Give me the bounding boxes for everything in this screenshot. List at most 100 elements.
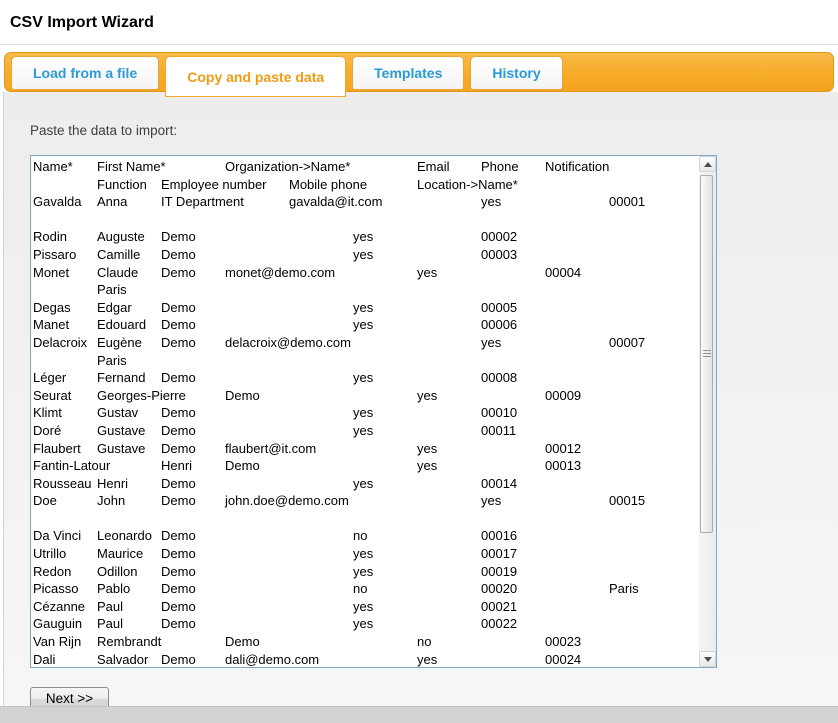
bottom-bar [0, 706, 838, 723]
textarea-cell: Dali [33, 651, 55, 667]
textarea-cell: Klimt [33, 404, 62, 422]
textarea-cell: yes [353, 316, 373, 334]
tab-label: Copy and paste data [187, 69, 324, 85]
textarea-cell: 00015 [609, 492, 645, 510]
textarea-line: KlimtGustavDemoyes00010 [33, 404, 696, 422]
textarea-cell: Demo [225, 457, 260, 475]
textarea-cell: 00005 [481, 299, 517, 317]
textarea-line: Name*First Name*Organization->Name*Email… [33, 158, 696, 176]
textarea-line: FunctionEmployee numberMobile phoneLocat… [33, 176, 696, 194]
textarea-cell: john.doe@demo.com [225, 492, 349, 510]
textarea-cell: yes [353, 404, 373, 422]
textarea-line: RedonOdillonDemoyes00019 [33, 563, 696, 581]
textarea-cell: Cézanne [33, 598, 85, 616]
textarea-cell: gavalda@it.com [289, 193, 382, 211]
textarea-line: Fantin-LatourHenriDemoyes00013 [33, 457, 696, 475]
textarea-cell: Name* [33, 158, 73, 176]
textarea-cell: 00004 [545, 264, 581, 282]
textarea-cell: yes [353, 299, 373, 317]
textarea-cell: yes [353, 563, 373, 581]
textarea-cell: 00007 [609, 334, 645, 352]
textarea-line: DelacroixEugèneDemodelacroix@demo.comyes… [33, 334, 696, 352]
textarea-cell: Auguste [97, 228, 145, 246]
textarea-cell: Gustave [97, 422, 145, 440]
textarea-cell: Georges-Pierre [97, 387, 186, 405]
textarea-cell: Paris [609, 580, 639, 598]
textarea-cell: Edgar [97, 299, 132, 317]
textarea-cell: 00012 [545, 440, 581, 458]
textarea-line: PissaroCamilleDemoyes00003 [33, 246, 696, 264]
textarea-cell: monet@demo.com [225, 264, 335, 282]
textarea-cell: Demo [161, 615, 196, 633]
textarea-cell: Da Vinci [33, 527, 81, 545]
textarea-cell: Monet [33, 264, 69, 282]
textarea-cell: yes [481, 334, 501, 352]
textarea-cell: Email [417, 158, 450, 176]
textarea-cell: Camille [97, 246, 140, 264]
textarea-cell: 00002 [481, 228, 517, 246]
textarea-cell: Utrillo [33, 545, 66, 563]
textarea-cell: Leonardo [97, 527, 152, 545]
textarea-cell: Demo [161, 369, 196, 387]
textarea-cell: yes [417, 264, 437, 282]
textarea-line [33, 211, 696, 229]
textarea-cell: Doe [33, 492, 57, 510]
textarea-cell: Gauguin [33, 615, 82, 633]
scroll-down-button[interactable] [699, 651, 716, 667]
textarea-cell: Anna [97, 193, 127, 211]
tab-history[interactable]: History [470, 56, 562, 90]
textarea-cell: yes [353, 598, 373, 616]
scroll-up-button[interactable] [699, 156, 716, 172]
textarea-cell: Paul [97, 615, 123, 633]
textarea-cell: Demo [161, 492, 196, 510]
textarea-cell: 00009 [545, 387, 581, 405]
tab-load-from-a-file[interactable]: Load from a file [11, 56, 159, 90]
textarea-cell: Demo [225, 633, 260, 651]
scrollbar-grip-icon [703, 350, 711, 358]
textarea-cell: Doré [33, 422, 61, 440]
textarea-cell: yes [417, 387, 437, 405]
textarea-line: ManetEdouardDemoyes00006 [33, 316, 696, 334]
textarea-cell: 00017 [481, 545, 517, 563]
textarea-line [33, 510, 696, 528]
textarea-cell: no [417, 633, 431, 651]
textarea-cell: Claude [97, 264, 138, 282]
header-divider [0, 44, 838, 45]
textarea-cell: Demo [161, 404, 196, 422]
textarea-cell: Edouard [97, 316, 146, 334]
textarea-cell: Paris [97, 352, 127, 370]
textarea-cell: Mobile phone [289, 176, 367, 194]
textarea-cell: Fernand [97, 369, 145, 387]
textarea-cell: Manet [33, 316, 69, 334]
textarea-cell: Henri [161, 457, 192, 475]
textarea-cell: John [97, 492, 125, 510]
textarea-line: FlaubertGustaveDemoflaubert@it.comyes000… [33, 440, 696, 458]
textarea-cell: Demo [225, 387, 260, 405]
textarea-cell: Seurat [33, 387, 71, 405]
textarea-cell: Demo [161, 651, 196, 667]
textarea-cell: Maurice [97, 545, 143, 563]
paste-data-label: Paste the data to import: [30, 123, 177, 138]
page-title: CSV Import Wizard [10, 14, 154, 32]
tab-copy-and-paste-data[interactable]: Copy and paste data [165, 56, 346, 97]
textarea-cell: Léger [33, 369, 66, 387]
textarea-cell: Demo [161, 598, 196, 616]
up-arrow-icon [704, 162, 712, 167]
textarea-cell: no [353, 580, 367, 598]
csv-paste-textarea[interactable]: Name*First Name*Organization->Name*Email… [30, 155, 717, 668]
textarea-content: Name*First Name*Organization->Name*Email… [33, 158, 696, 667]
textarea-line: RodinAugusteDemoyes00002 [33, 228, 696, 246]
vertical-scrollbar[interactable] [699, 156, 716, 667]
textarea-line: GavaldaAnnaIT Departmentgavalda@it.comye… [33, 193, 696, 211]
textarea-cell: Rousseau [33, 475, 92, 493]
textarea-cell: Demo [161, 545, 196, 563]
textarea-cell: Demo [161, 580, 196, 598]
tab-label: Load from a file [33, 65, 137, 81]
textarea-cell: 00010 [481, 404, 517, 422]
textarea-cell: Flaubert [33, 440, 81, 458]
textarea-line: Paris [33, 352, 696, 370]
scrollbar-thumb[interactable] [700, 175, 713, 533]
textarea-line: CézannePaulDemoyes00021 [33, 598, 696, 616]
tab-templates[interactable]: Templates [352, 56, 464, 90]
textarea-cell: Redon [33, 563, 71, 581]
